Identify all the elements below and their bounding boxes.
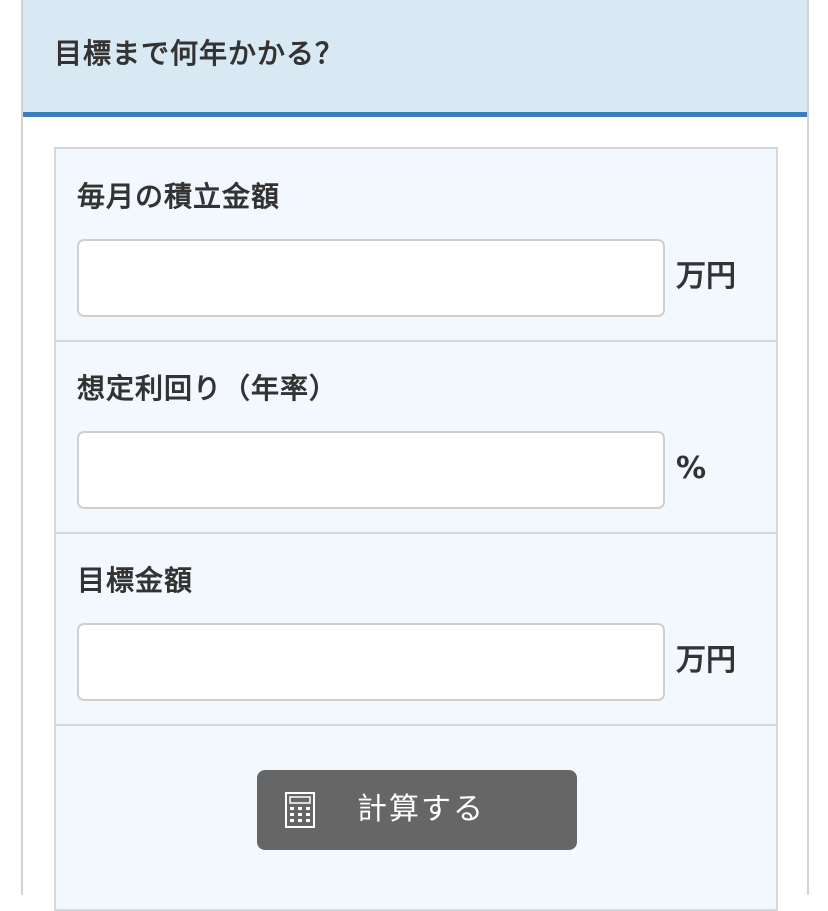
card-header: 目標まで何年かかる？ [23, 0, 807, 117]
calculate-button[interactable]: 計算する [257, 770, 577, 850]
expected-return-input[interactable] [77, 431, 665, 509]
expected-return-unit: % [676, 451, 707, 486]
monthly-contribution-label: 毎月の積立金額 [77, 180, 281, 213]
target-amount-label: 目標金額 [77, 564, 194, 597]
calculator-icon [285, 792, 315, 828]
expected-return-label: 想定利回り（年率） [77, 372, 339, 405]
calculate-button-label: 計算する [357, 792, 485, 827]
card-title: 目標まで何年かかる？ [54, 37, 345, 70]
button-area: 計算する [56, 725, 776, 909]
monthly-contribution-unit: 万円 [676, 259, 736, 294]
calculator-card: 目標まで何年かかる？ 毎月の積立金額 万円 想定利回り（年率） % 目標金額 万… [21, 0, 809, 911]
target-amount-unit: 万円 [676, 643, 736, 678]
monthly-contribution-input[interactable] [77, 239, 665, 317]
expected-return-row: 想定利回り（年率） % [56, 341, 776, 534]
monthly-contribution-row: 毎月の積立金額 万円 [56, 149, 776, 342]
target-amount-row: 目標金額 万円 [56, 533, 776, 726]
calculator-form: 毎月の積立金額 万円 想定利回り（年率） % 目標金額 万円 計算する [54, 147, 778, 911]
target-amount-input[interactable] [77, 623, 665, 701]
